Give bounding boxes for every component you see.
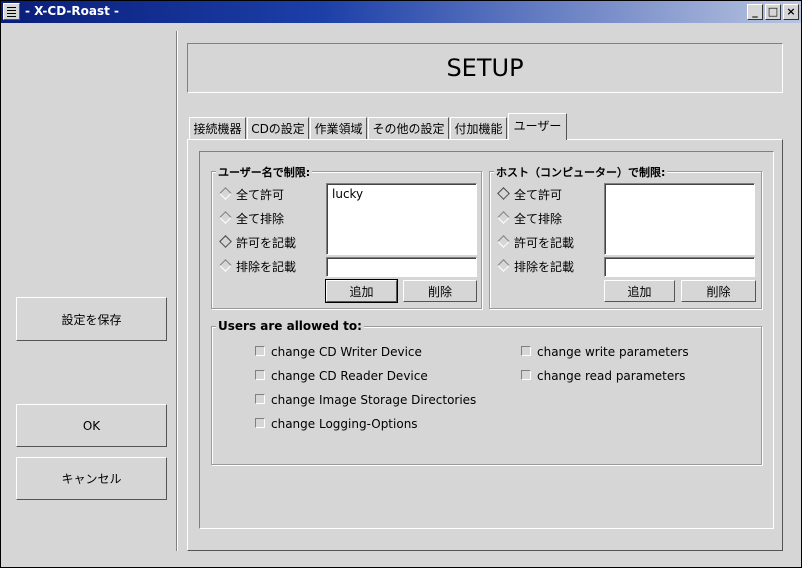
permissions-label: Users are allowed to: <box>216 319 364 333</box>
radio-diamond-icon <box>497 211 510 224</box>
tab-4[interactable]: その他の設定 <box>368 117 449 139</box>
close-button[interactable]: × <box>783 4 799 20</box>
radio-diamond-icon <box>219 259 232 272</box>
checkbox-label: change CD Writer Device <box>271 345 422 359</box>
checkbox-icon <box>255 370 265 380</box>
checkbox-icon <box>521 346 531 356</box>
users-radio-1[interactable]: 全て許可 <box>218 187 284 203</box>
radio-diamond-icon <box>219 211 232 224</box>
radio-label: 全て許可 <box>236 188 285 202</box>
hosts-radio-2[interactable]: 全て排除 <box>496 211 562 227</box>
radio-label: 全て排除 <box>236 212 285 226</box>
radio-label: 排除を記載 <box>514 260 575 274</box>
host-restriction-label: ホスト（コンピューター）で制限: <box>494 164 668 180</box>
radio-diamond-icon <box>497 187 510 200</box>
host-add-button[interactable]: 追加 <box>604 280 675 302</box>
checkbox-label: change Logging-Options <box>271 417 418 431</box>
user-remove-button[interactable]: 削除 <box>403 280 477 302</box>
host-remove-button[interactable]: 削除 <box>681 280 756 302</box>
host-entry-input[interactable] <box>604 257 755 277</box>
permission-checkbox-2[interactable]: change CD Reader Device <box>253 368 428 384</box>
radio-diamond-icon <box>497 235 510 248</box>
maximize-button[interactable]: □ <box>765 4 781 20</box>
permission-checkbox-3[interactable]: change Image Storage Directories <box>253 392 476 408</box>
checkbox-label: change CD Reader Device <box>271 369 428 383</box>
minimize-button[interactable]: _ <box>747 4 763 20</box>
radio-diamond-icon <box>219 235 232 248</box>
tab-2[interactable]: CDの設定 <box>247 117 309 139</box>
user-list[interactable]: lucky <box>326 183 477 255</box>
hosts-radio-3[interactable]: 許可を記載 <box>496 235 574 251</box>
radio-label: 全て許可 <box>514 188 563 202</box>
permission-checkbox-6[interactable]: change read parameters <box>519 368 685 384</box>
user-entry-input[interactable] <box>326 257 477 277</box>
tab-6[interactable]: ユーザー <box>508 113 567 140</box>
users-radio-4[interactable]: 排除を記載 <box>218 259 296 275</box>
checkbox-label: change write parameters <box>537 345 689 359</box>
user-add-button[interactable]: 追加 <box>325 279 398 303</box>
permission-checkbox-5[interactable]: change write parameters <box>519 344 689 360</box>
permission-checkbox-1[interactable]: change CD Writer Device <box>253 344 422 360</box>
radio-label: 排除を記載 <box>236 260 297 274</box>
checkbox-icon <box>521 370 531 380</box>
checkbox-icon <box>255 346 265 356</box>
radio-label: 許可を記載 <box>514 236 575 250</box>
app-window: - X-CD-Roast - _ □ × 設定を保存 OK キャンセル SETU… <box>0 0 802 568</box>
radio-label: 許可を記載 <box>236 236 297 250</box>
radio-diamond-icon <box>219 187 232 200</box>
tab-5[interactable]: 付加機能 <box>450 117 507 139</box>
radio-diamond-icon <box>497 259 510 272</box>
tab-3[interactable]: 作業領域 <box>310 117 367 139</box>
setup-header: SETUP <box>187 43 783 93</box>
ok-button[interactable]: OK <box>16 404 167 447</box>
hosts-radio-1[interactable]: 全て許可 <box>496 187 562 203</box>
user-list-item[interactable]: lucky <box>332 187 363 201</box>
title-bar[interactable]: - X-CD-Roast - _ □ × <box>1 1 801 23</box>
user-restriction-label: ユーザー名で制限: <box>216 164 313 180</box>
window-title: - X-CD-Roast - <box>25 4 120 18</box>
checkbox-icon <box>255 418 265 428</box>
permission-checkbox-4[interactable]: change Logging-Options <box>253 416 418 432</box>
hosts-radio-4[interactable]: 排除を記載 <box>496 259 574 275</box>
users-radio-2[interactable]: 全て排除 <box>218 211 284 227</box>
checkbox-label: change read parameters <box>537 369 686 383</box>
save-settings-button[interactable]: 設定を保存 <box>16 297 167 341</box>
system-menu-icon[interactable] <box>3 3 20 20</box>
page-title: SETUP <box>446 54 524 82</box>
host-list[interactable] <box>604 183 755 255</box>
users-radio-3[interactable]: 許可を記載 <box>218 235 296 251</box>
checkbox-label: change Image Storage Directories <box>271 393 477 407</box>
cancel-button[interactable]: キャンセル <box>16 457 167 500</box>
radio-label: 全て排除 <box>514 212 563 226</box>
tab-1[interactable]: 接続機器 <box>189 117 246 139</box>
checkbox-icon <box>255 394 265 404</box>
